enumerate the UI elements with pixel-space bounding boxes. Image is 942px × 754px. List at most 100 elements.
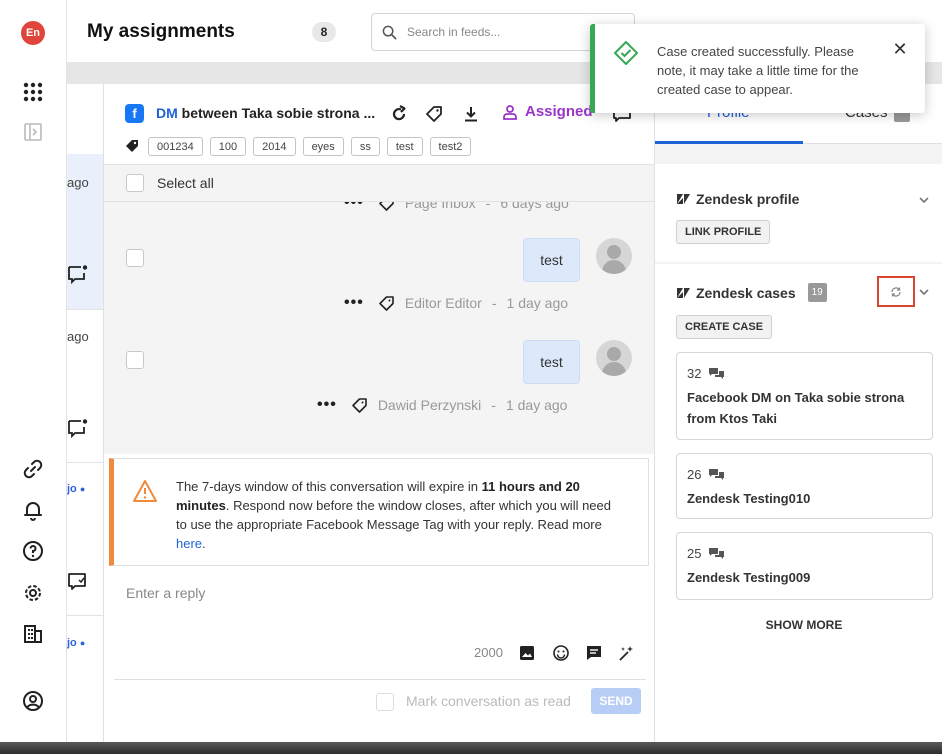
- case-number: 25: [687, 546, 725, 561]
- search-input[interactable]: [407, 22, 607, 42]
- chevron-down-icon[interactable]: [918, 286, 930, 298]
- tag-chip[interactable]: eyes: [302, 137, 344, 156]
- list-divider: [67, 309, 103, 310]
- list-item-time: ago: [67, 329, 89, 344]
- tag-icon[interactable]: [378, 202, 395, 212]
- tag-chip[interactable]: ss: [350, 137, 380, 156]
- tag-chip[interactable]: test2: [429, 137, 472, 156]
- zendesk-profile-header[interactable]: Zendesk profile: [677, 191, 799, 207]
- success-check-icon: [614, 41, 638, 65]
- mark-read-checkbox[interactable]: [376, 693, 394, 711]
- tag-icon[interactable]: [378, 295, 395, 312]
- tag-chip[interactable]: 100: [209, 137, 247, 156]
- tag-icon[interactable]: [351, 397, 368, 414]
- tag-chip[interactable]: test: [386, 137, 423, 156]
- avatar: [596, 340, 632, 376]
- meta-separator: -: [485, 202, 491, 211]
- zendesk-cases-section: Zendesk cases 19 CREATE CASE 32 Facebook…: [655, 264, 942, 742]
- select-all-label: Select all: [157, 175, 214, 191]
- link-profile-button[interactable]: LINK PROFILE: [676, 220, 771, 244]
- crm-side-panel: Profile Cases Zendesk profile LINK PROFI…: [654, 84, 942, 742]
- select-all-checkbox[interactable]: [126, 174, 144, 192]
- user-account-icon[interactable]: [20, 688, 46, 714]
- facebook-icon: f: [125, 104, 144, 123]
- ai-sparkle-icon[interactable]: [616, 643, 636, 663]
- message-author: Dawid Perzynski: [377, 397, 482, 413]
- tag-icon[interactable]: [422, 102, 446, 126]
- emoji-icon[interactable]: [551, 643, 571, 663]
- refresh-icon[interactable]: [387, 102, 411, 126]
- more-options-icon[interactable]: •••: [344, 202, 364, 212]
- app-logo[interactable]: En: [21, 21, 45, 45]
- app-window: En My assignments 8 Search in feeds... a…: [0, 0, 942, 742]
- tag-chip[interactable]: 2014: [253, 137, 296, 156]
- read-more-link[interactable]: here: [176, 536, 202, 551]
- conversation-list: ago ago ago jo ● jo ●: [67, 84, 104, 742]
- apps-grid-icon[interactable]: [20, 79, 46, 105]
- case-card[interactable]: 25 Zendesk Testing009: [676, 532, 933, 600]
- link-icon[interactable]: [20, 456, 46, 482]
- more-options-icon[interactable]: •••: [317, 396, 337, 414]
- comment-new-icon: [67, 418, 89, 439]
- list-item-time: jo ●: [67, 637, 86, 649]
- conversation-title[interactable]: DM between Taka sobie strona ...: [156, 105, 375, 121]
- chevron-down-icon[interactable]: [918, 194, 930, 206]
- message-thread: ••• Page Inbox - 6 days ago test ••• Edi…: [104, 202, 654, 454]
- refresh-cases-button[interactable]: [877, 276, 915, 307]
- page-title: My assignments: [87, 21, 235, 42]
- comment-check-icon: [67, 571, 89, 591]
- conversation-title-text: between Taka sobie strona ...: [177, 105, 376, 121]
- cases-count-badge: 19: [807, 283, 827, 302]
- create-case-button[interactable]: CREATE CASE: [676, 315, 773, 339]
- assigned-status-button[interactable]: Assigned: [502, 103, 593, 120]
- zendesk-cases-title: Zendesk cases: [696, 284, 796, 301]
- character-count: 2000: [474, 645, 503, 660]
- assigned-label: Assigned: [525, 103, 593, 120]
- list-item[interactable]: ago: [67, 84, 103, 190]
- message-bubble: test: [523, 238, 580, 282]
- zendesk-cases-header[interactable]: Zendesk cases 19: [677, 283, 827, 302]
- warning-triangle-icon: [133, 480, 157, 502]
- case-number: 32: [687, 366, 725, 381]
- case-card[interactable]: 32 Facebook DM on Taka sobie strona from…: [676, 352, 933, 440]
- zendesk-profile-section: Zendesk profile LINK PROFILE: [655, 164, 942, 262]
- mark-read-label: Mark conversation as read: [406, 693, 571, 709]
- case-title: Zendesk Testing010: [687, 491, 811, 506]
- reply-input[interactable]: [126, 585, 526, 601]
- send-button[interactable]: SEND: [591, 688, 641, 714]
- tag-chip[interactable]: 001234: [148, 137, 203, 156]
- warning-message: The 7-days window of this conversation w…: [176, 479, 612, 551]
- panel-toggle-icon[interactable]: [20, 119, 46, 145]
- list-divider: [67, 462, 103, 463]
- active-tab-indicator: [655, 141, 803, 144]
- select-all-row: Select all: [104, 164, 654, 202]
- more-options-icon[interactable]: •••: [344, 294, 364, 312]
- message-author: Editor Editor: [404, 295, 482, 311]
- zendesk-logo-icon: [677, 194, 690, 204]
- download-icon[interactable]: [459, 102, 483, 126]
- meta-separator: -: [491, 397, 496, 413]
- bell-icon[interactable]: [20, 497, 46, 523]
- image-icon[interactable]: [517, 643, 537, 663]
- settings-gear-icon[interactable]: [20, 580, 46, 606]
- assignments-count-badge: 8: [312, 22, 336, 42]
- show-more-button[interactable]: SHOW MORE: [655, 618, 942, 632]
- message-checkbox[interactable]: [126, 249, 144, 267]
- reply-composer: 2000 Mark conversation as read SEND: [104, 569, 654, 742]
- close-icon[interactable]: ✕: [891, 39, 909, 59]
- refresh-icon: [891, 286, 901, 297]
- case-card[interactable]: 26 Zendesk Testing010: [676, 453, 933, 519]
- list-divider: [67, 615, 103, 616]
- building-icon[interactable]: [20, 621, 46, 647]
- reply-divider: [114, 679, 646, 680]
- case-title: Zendesk Testing009: [687, 570, 811, 585]
- message-checkbox[interactable]: [126, 351, 144, 369]
- zendesk-logo-icon: [677, 287, 690, 298]
- help-icon[interactable]: [20, 538, 46, 564]
- message-meta: ••• Editor Editor - 1 day ago: [344, 294, 568, 312]
- canned-response-icon[interactable]: [584, 643, 604, 663]
- conversation-icon: [709, 547, 725, 559]
- avatar: [596, 238, 632, 274]
- search-icon: [382, 25, 397, 40]
- message-meta: ••• Page Inbox - 6 days ago: [344, 202, 569, 212]
